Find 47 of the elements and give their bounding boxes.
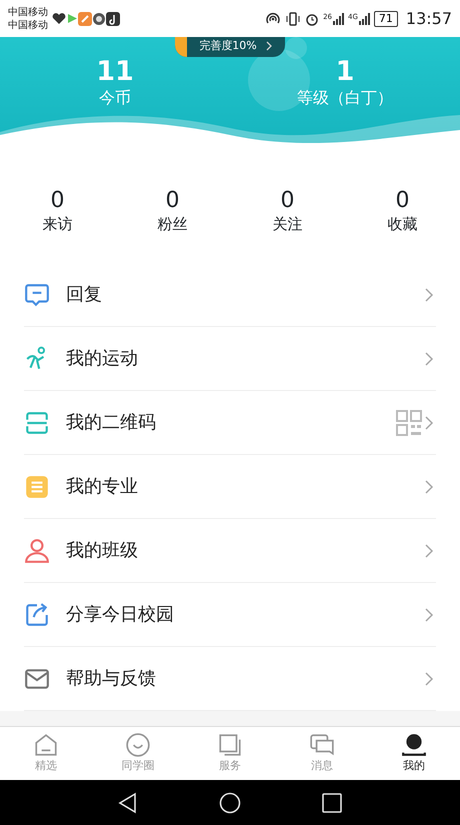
share-icon: [24, 602, 50, 628]
count-label: 来访: [42, 214, 74, 236]
signal-icon: [332, 12, 344, 25]
play-icon: [66, 12, 78, 25]
menu-item[interactable]: 我的专业: [24, 455, 436, 519]
reply-icon: [24, 282, 50, 308]
stat-label: 等级（白丁）: [296, 87, 394, 110]
menu-item[interactable]: 分享今日校园: [24, 583, 436, 647]
menu-item[interactable]: 回复: [24, 263, 436, 327]
scan-icon: [24, 410, 50, 436]
menu-item[interactable]: 我的二维码: [24, 391, 436, 455]
completeness-button[interactable]: 完善度10%: [175, 37, 285, 56]
vibrate-icon: [285, 12, 302, 26]
carrier-name: 中国移动: [8, 18, 48, 32]
count-label: 关注: [272, 214, 304, 236]
smile-icon: [125, 732, 151, 758]
person-icon: [401, 732, 427, 758]
count-value: 0: [280, 189, 296, 214]
count-value: 0: [50, 189, 66, 214]
count-label: 收藏: [386, 214, 418, 236]
stat-value: 11: [95, 56, 135, 86]
app-icon: [78, 12, 92, 26]
alarm-icon: [305, 12, 320, 26]
stat-label: 今币: [98, 87, 132, 110]
heart-icon: [52, 12, 66, 25]
tab[interactable]: 我的: [368, 727, 460, 780]
count-value: 0: [164, 189, 180, 214]
menu-item[interactable]: 我的班级: [24, 519, 436, 583]
count-label: 粉丝: [156, 214, 188, 236]
stat-value: 1: [334, 56, 356, 86]
battery-level: 71: [378, 12, 393, 25]
document-icon: [24, 474, 50, 500]
back-icon[interactable]: [117, 792, 139, 814]
hotspot-icon: [265, 12, 282, 26]
home-icon: [33, 732, 59, 758]
person-icon: [24, 538, 50, 564]
count-value: 0: [394, 189, 410, 214]
music-note-icon: [106, 12, 120, 26]
time: 13:57: [406, 8, 452, 30]
recent-apps-icon[interactable]: [321, 792, 343, 814]
home-icon[interactable]: [219, 792, 241, 814]
app-icon: [92, 12, 106, 26]
chevron-right-icon: [264, 40, 273, 51]
signal-icon: [358, 12, 370, 25]
carrier-name: 中国移动: [8, 6, 48, 18]
menu-item[interactable]: 我的运动: [24, 327, 436, 391]
squares-icon: [217, 732, 243, 758]
